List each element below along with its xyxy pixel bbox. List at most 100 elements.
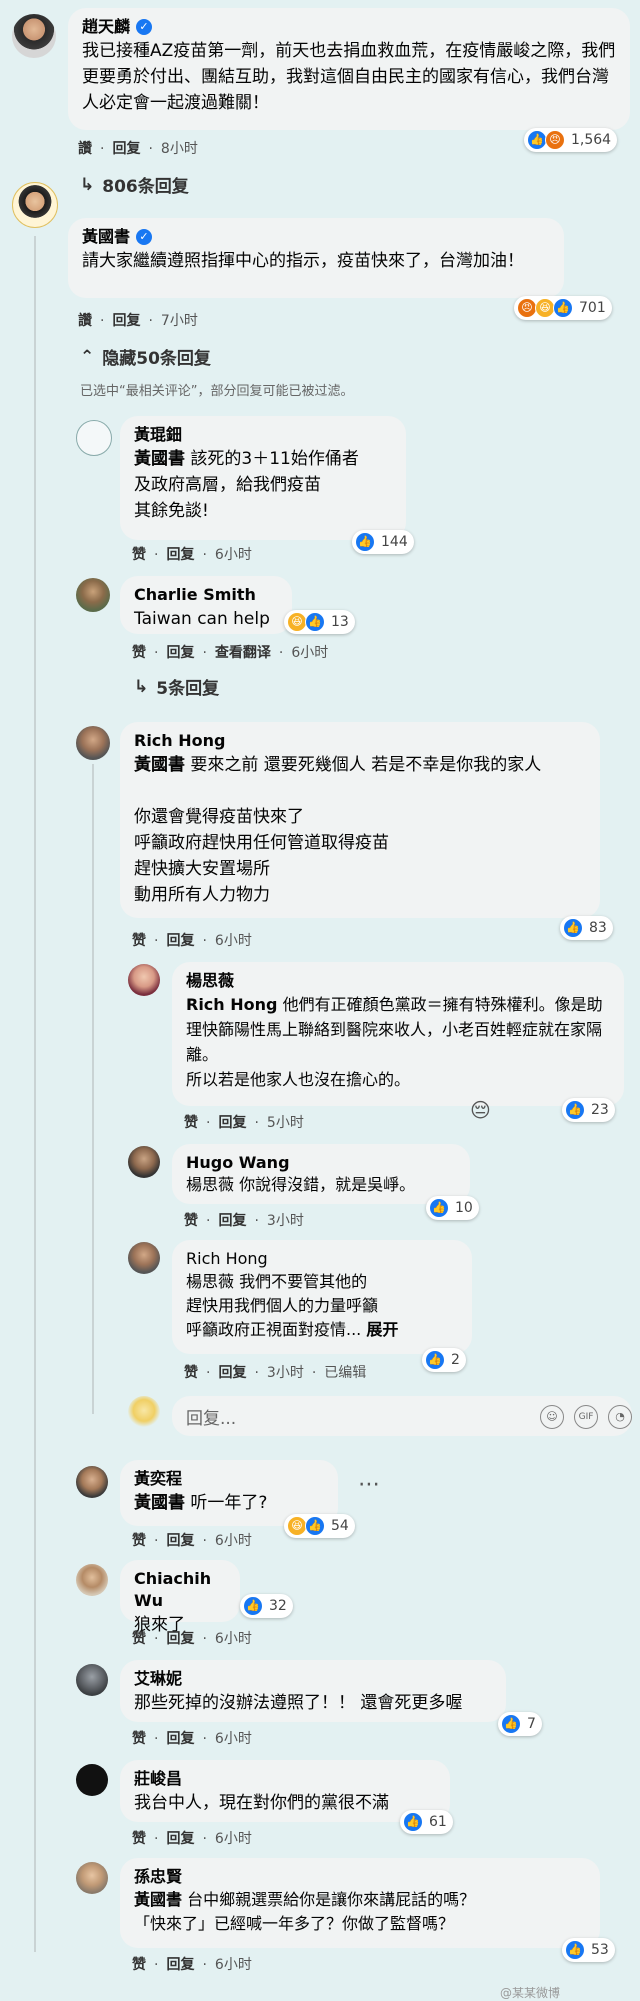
reply-author[interactable]: 孫忠賢 — [134, 1866, 586, 1888]
like-button[interactable]: 赞 — [132, 644, 146, 662]
avatar — [128, 1396, 160, 1428]
like-button[interactable]: 赞 — [132, 932, 146, 950]
like-button[interactable]: 赞 — [132, 1956, 146, 1974]
avatar[interactable] — [128, 1146, 160, 1178]
avatar[interactable] — [76, 1862, 108, 1894]
like-button[interactable]: 赞 — [132, 1730, 146, 1748]
mention-link[interactable]: 黃國書 — [134, 1493, 185, 1513]
like-icon: 👍 — [565, 1940, 585, 1960]
timestamp: 6小时 — [214, 1631, 252, 1647]
reply-placeholder: 回复... — [186, 1408, 237, 1429]
reply-author[interactable]: Hugo Wang — [186, 1152, 456, 1174]
like-button[interactable]: 赞 — [132, 1630, 146, 1648]
reaction-summary[interactable]: 😆 👍 13 — [284, 610, 355, 634]
reaction-count: 144 — [381, 534, 408, 550]
timestamp: 7小时 — [160, 313, 198, 329]
timestamp: 6小时 — [291, 645, 329, 661]
like-button[interactable]: 赞 — [132, 1830, 146, 1848]
translate-button[interactable]: 查看翻译 — [215, 644, 271, 662]
avatar[interactable] — [76, 1664, 108, 1696]
like-button[interactable]: 赞 — [132, 1532, 146, 1550]
reply-author[interactable]: Rich Hong — [186, 1248, 458, 1270]
timestamp: 6小时 — [214, 547, 252, 563]
reply-button[interactable]: 回复 — [218, 1212, 246, 1230]
more-options-icon[interactable]: ⋯ — [358, 1472, 380, 1497]
mention-link[interactable]: 黃國書 — [134, 1890, 182, 1909]
view-replies-link[interactable]: ↳ 5条回复 — [134, 674, 219, 700]
avatar[interactable] — [76, 578, 110, 612]
reply-button[interactable]: 回复 — [112, 312, 140, 330]
reply-button[interactable]: 回复 — [166, 932, 194, 950]
like-button[interactable]: 赞 — [132, 546, 146, 564]
avatar[interactable] — [128, 964, 160, 996]
avatar[interactable] — [76, 420, 112, 456]
reply-author[interactable]: Rich Hong — [134, 730, 586, 752]
reply-author[interactable]: Charlie Smith — [134, 584, 278, 606]
reaction-summary[interactable]: 👍 23 — [562, 1098, 615, 1122]
like-icon: 👍 — [403, 1812, 423, 1832]
view-replies-link[interactable]: ↳ 806条回复 — [80, 172, 189, 198]
reply-button[interactable]: 回复 — [166, 1630, 194, 1648]
reply-button[interactable]: 回复 — [218, 1114, 246, 1132]
timestamp: 3小时 — [266, 1213, 304, 1229]
mention-link[interactable]: Rich Hong — [186, 995, 277, 1014]
angry-icon: 😠 — [517, 298, 537, 318]
reply-author[interactable]: 黃奕程 — [134, 1468, 324, 1490]
hide-replies-link[interactable]: ⌃ 隐藏50条回复 — [80, 344, 211, 370]
reaction-summary[interactable]: 👍 61 — [400, 1810, 453, 1834]
like-button[interactable]: 赞 — [184, 1212, 198, 1230]
gif-icon[interactable]: GIF — [574, 1405, 598, 1429]
expand-link[interactable]: 展开 — [366, 1320, 398, 1339]
reply-actions: 赞 · 回复 · 6小时 — [132, 932, 252, 950]
reaction-summary[interactable]: 😆 👍 54 — [284, 1514, 355, 1538]
timestamp: 3小时 — [266, 1365, 304, 1381]
comment-thread: 趙天麟 ✓ 我已接種AZ疫苗第一劑，前天也去捐血救血荒，在疫情嚴峻之際，我們更要勇… — [0, 0, 640, 2001]
comment-author[interactable]: 黃國書 ✓ — [82, 226, 550, 248]
avatar[interactable] — [76, 1466, 108, 1498]
reaction-summary[interactable]: 👍 53 — [562, 1938, 615, 1962]
reply-button[interactable]: 回复 — [166, 1730, 194, 1748]
reply-button[interactable]: 回复 — [112, 140, 140, 158]
comment-author[interactable]: 趙天麟 ✓ — [82, 16, 616, 38]
reaction-summary[interactable]: 👍 144 — [352, 530, 414, 554]
like-button[interactable]: 讚 — [78, 140, 92, 158]
reply-bubble: Hugo Wang 楊思薇 你說得沒錯，就是吳崢。 — [172, 1144, 470, 1204]
like-icon: 👍 — [563, 918, 583, 938]
avatar[interactable] — [12, 14, 56, 58]
timestamp: 6小时 — [214, 1731, 252, 1747]
reaction-summary[interactable]: 👍 2 — [422, 1348, 466, 1372]
reply-button[interactable]: 回复 — [166, 1532, 194, 1550]
haha-icon: 😆 — [287, 1516, 307, 1536]
like-button[interactable]: 讚 — [78, 312, 92, 330]
reply-author[interactable]: 莊峻昌 — [134, 1768, 436, 1790]
reply-button[interactable]: 回复 — [218, 1364, 246, 1382]
reaction-summary[interactable]: 👍 7 — [498, 1712, 542, 1736]
avatar[interactable] — [76, 726, 110, 760]
reply-button[interactable]: 回复 — [166, 644, 194, 662]
reaction-summary[interactable]: 👍 83 — [560, 916, 613, 940]
emoji-icon[interactable]: ☺ — [540, 1405, 564, 1429]
reaction-summary[interactable]: 👍 10 — [426, 1196, 479, 1220]
reply-author[interactable]: 楊思薇 — [186, 970, 610, 992]
reply-author[interactable]: 艾琳妮 — [134, 1668, 492, 1690]
reply-text: 那些死掉的沒辦法遵照了！！ 還會死更多喔 — [134, 1693, 463, 1713]
avatar[interactable] — [128, 1242, 160, 1274]
like-button[interactable]: 赞 — [184, 1114, 198, 1132]
reply-author[interactable]: Chiachih Wu — [134, 1568, 226, 1612]
reply-button[interactable]: 回复 — [166, 1830, 194, 1848]
reply-button[interactable]: 回复 — [166, 546, 194, 564]
avatar[interactable] — [76, 1764, 108, 1796]
mention-link[interactable]: 黃國書 — [134, 755, 185, 775]
mention-link[interactable]: 黃國書 — [134, 449, 185, 469]
reaction-summary[interactable]: 👍 😠 1,564 — [524, 128, 618, 152]
reaction-summary[interactable]: 😠 😆 👍 701 — [514, 296, 612, 320]
like-button[interactable]: 赞 — [184, 1364, 198, 1382]
comment-bubble: 趙天麟 ✓ 我已接種AZ疫苗第一劑，前天也去捐血救血荒，在疫情嚴峻之際，我們更要勇… — [68, 8, 630, 130]
reply-button[interactable]: 回复 — [166, 1956, 194, 1974]
reaction-count: 7 — [527, 1716, 536, 1732]
sticker-icon[interactable]: ◔ — [608, 1405, 632, 1429]
reaction-summary[interactable]: 👍 32 — [240, 1594, 293, 1618]
reply-author[interactable]: 黃琨鈿 — [134, 424, 392, 446]
avatar[interactable] — [12, 182, 58, 228]
avatar[interactable] — [76, 1564, 108, 1596]
